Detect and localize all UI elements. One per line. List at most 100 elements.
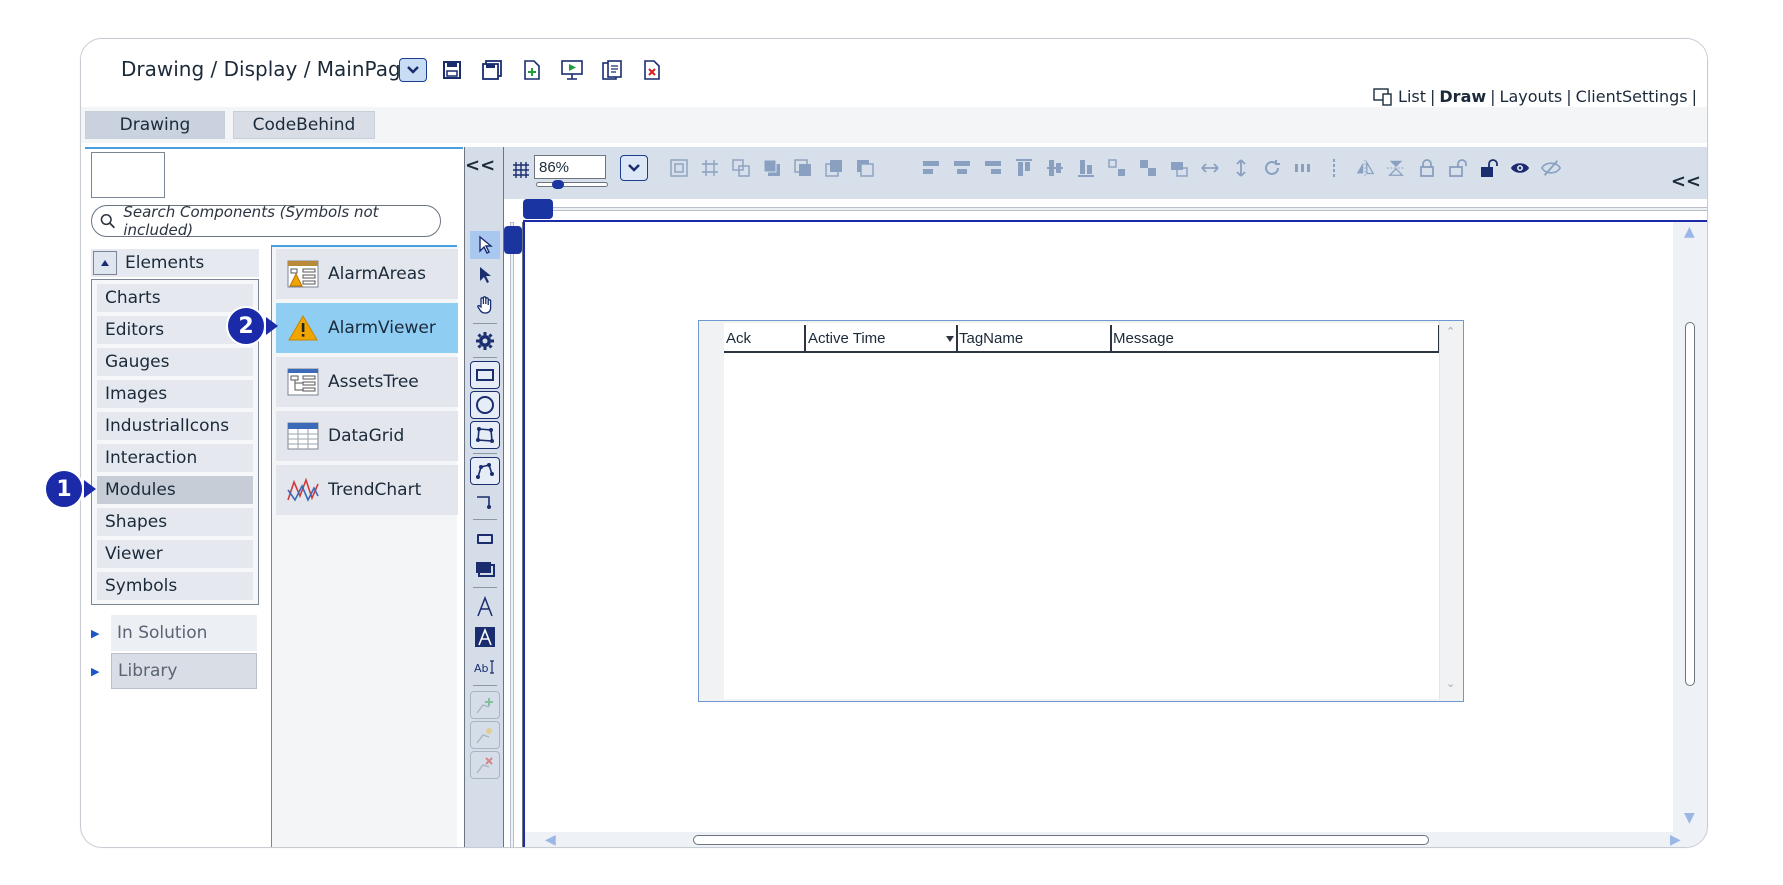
zoom-slider-knob[interactable] (552, 180, 564, 189)
rotate-button[interactable] (1262, 158, 1282, 178)
send-backward-button[interactable] (855, 158, 875, 178)
copy-display-button[interactable] (597, 55, 627, 85)
remove-point-tool[interactable] (470, 751, 500, 779)
chevron-up-icon[interactable]: ⌃ (1446, 325, 1455, 338)
tree-library[interactable]: ▶ Library (91, 653, 257, 689)
settings-tool[interactable] (470, 327, 500, 355)
mirror-vertical-button[interactable] (1386, 158, 1406, 178)
unlock-button[interactable] (1448, 158, 1468, 178)
column-tagname[interactable]: TagName (959, 327, 1023, 349)
horizontal-ruler-knob[interactable] (523, 199, 553, 219)
category-gauges[interactable]: Gauges (97, 348, 253, 376)
connector-tool[interactable] (470, 487, 500, 515)
client-settings-link[interactable]: ClientSettings (1576, 87, 1688, 106)
list-link[interactable]: List (1398, 87, 1426, 106)
save-button[interactable] (437, 55, 467, 85)
zoom-input[interactable]: 86% (534, 155, 606, 179)
tab-codebehind[interactable]: CodeBehind (233, 111, 375, 139)
category-images[interactable]: Images (97, 380, 253, 408)
component-trendchart[interactable]: TrendChart (276, 465, 458, 515)
add-point-tool[interactable] (470, 691, 500, 719)
ungroup-button[interactable] (700, 158, 720, 178)
polyline-tool[interactable] (470, 457, 500, 485)
align-middle-button[interactable] (1045, 158, 1065, 178)
alarm-viewer-control[interactable]: Ack Active Time TagName Message ⌃ ⌄ (698, 320, 1464, 702)
same-width-button[interactable] (1169, 158, 1189, 178)
delete-display-button[interactable] (637, 55, 667, 85)
distribute-button[interactable] (1107, 158, 1127, 178)
component-assetstree[interactable]: AssetsTree (276, 357, 458, 407)
bring-forward-button[interactable] (824, 158, 844, 178)
zoom-dropdown-button[interactable] (620, 155, 648, 181)
category-symbols[interactable]: Symbols (97, 572, 253, 600)
collapse-right-button[interactable]: << (1671, 171, 1701, 192)
category-charts[interactable]: Charts (97, 284, 253, 312)
send-back-button[interactable] (793, 158, 813, 178)
scroll-down-icon[interactable]: ▼ (1684, 810, 1695, 826)
run-display-button[interactable] (557, 55, 587, 85)
flip-vertical-button[interactable] (1231, 158, 1251, 178)
grid-icon[interactable] (512, 161, 530, 179)
category-shapes[interactable]: Shapes (97, 508, 253, 536)
component-alarmareas[interactable]: AlarmAreas (276, 249, 458, 299)
button-tool[interactable] (470, 525, 500, 553)
pointer-tool[interactable] (470, 261, 500, 289)
align-left-button[interactable] (921, 158, 941, 178)
polygon-tool[interactable] (470, 421, 500, 449)
label-tool[interactable] (470, 623, 500, 651)
new-display-button[interactable] (517, 55, 547, 85)
hide-button[interactable] (1541, 158, 1561, 178)
display-dropdown-button[interactable] (399, 58, 427, 82)
align-top-button[interactable] (1014, 158, 1034, 178)
panel-tool[interactable] (470, 555, 500, 583)
vertical-ruler[interactable] (504, 222, 523, 847)
group-button[interactable] (669, 158, 689, 178)
search-input[interactable]: Search Components (Symbols not included) (91, 203, 441, 239)
chevron-down-icon[interactable]: ⌄ (1446, 677, 1455, 690)
align-right-button[interactable] (983, 158, 1003, 178)
same-size-button[interactable] (1138, 158, 1158, 178)
column-active-time[interactable]: Active Time (808, 327, 886, 349)
horizontal-scroll-thumb[interactable] (693, 835, 1429, 845)
scroll-left-icon[interactable]: ◀ (545, 832, 556, 847)
scroll-right-icon[interactable]: ▶ (1670, 832, 1681, 847)
category-modules[interactable]: Modules (97, 476, 253, 504)
elements-header[interactable]: Elements (91, 249, 259, 277)
ellipse-tool[interactable] (470, 391, 500, 419)
bring-front-button[interactable] (762, 158, 782, 178)
combine-button[interactable] (731, 158, 751, 178)
align-bottom-button[interactable] (1076, 158, 1096, 178)
save-all-button[interactable] (477, 55, 507, 85)
vertical-scroll-thumb[interactable] (1685, 322, 1695, 686)
scroll-up-icon[interactable]: ▲ (1684, 224, 1695, 240)
pan-tool[interactable] (470, 291, 500, 319)
show-button[interactable] (1510, 158, 1530, 178)
textbox-tool[interactable]: Ab (470, 653, 500, 681)
category-viewer[interactable]: Viewer (97, 540, 253, 568)
collapse-button[interactable] (93, 251, 117, 275)
category-interaction[interactable]: Interaction (97, 444, 253, 472)
layouts-link[interactable]: Layouts (1500, 87, 1563, 106)
draw-link[interactable]: Draw (1439, 87, 1486, 106)
alarm-viewer-scrollbar[interactable]: ⌃ ⌄ (1439, 321, 1463, 699)
tree-in-solution[interactable]: ▶ In Solution (91, 615, 257, 651)
component-datagrid[interactable]: DataGrid (276, 411, 458, 461)
zoom-slider[interactable] (536, 180, 608, 189)
column-message[interactable]: Message (1113, 327, 1174, 349)
collapse-left-button[interactable]: << (465, 155, 495, 176)
flip-horizontal-button[interactable] (1200, 158, 1220, 178)
select-tool[interactable] (470, 231, 500, 259)
horizontal-ruler[interactable] (523, 199, 1707, 219)
align-center-button[interactable] (952, 158, 972, 178)
vertical-ruler-knob[interactable] (504, 226, 522, 254)
spacing-button[interactable] (1293, 158, 1313, 178)
lock-button[interactable] (1417, 158, 1437, 178)
horizontal-scrollbar[interactable]: ◀ ▶ (525, 832, 1707, 847)
rectangle-tool[interactable] (470, 361, 500, 389)
text-tool[interactable] (470, 593, 500, 621)
unlock-all-button[interactable] (1479, 158, 1499, 178)
mirror-horizontal-button[interactable] (1355, 158, 1375, 178)
edit-point-tool[interactable] (470, 721, 500, 749)
component-alarmviewer[interactable]: AlarmViewer (276, 303, 458, 353)
category-industrialicons[interactable]: IndustrialIcons (97, 412, 253, 440)
